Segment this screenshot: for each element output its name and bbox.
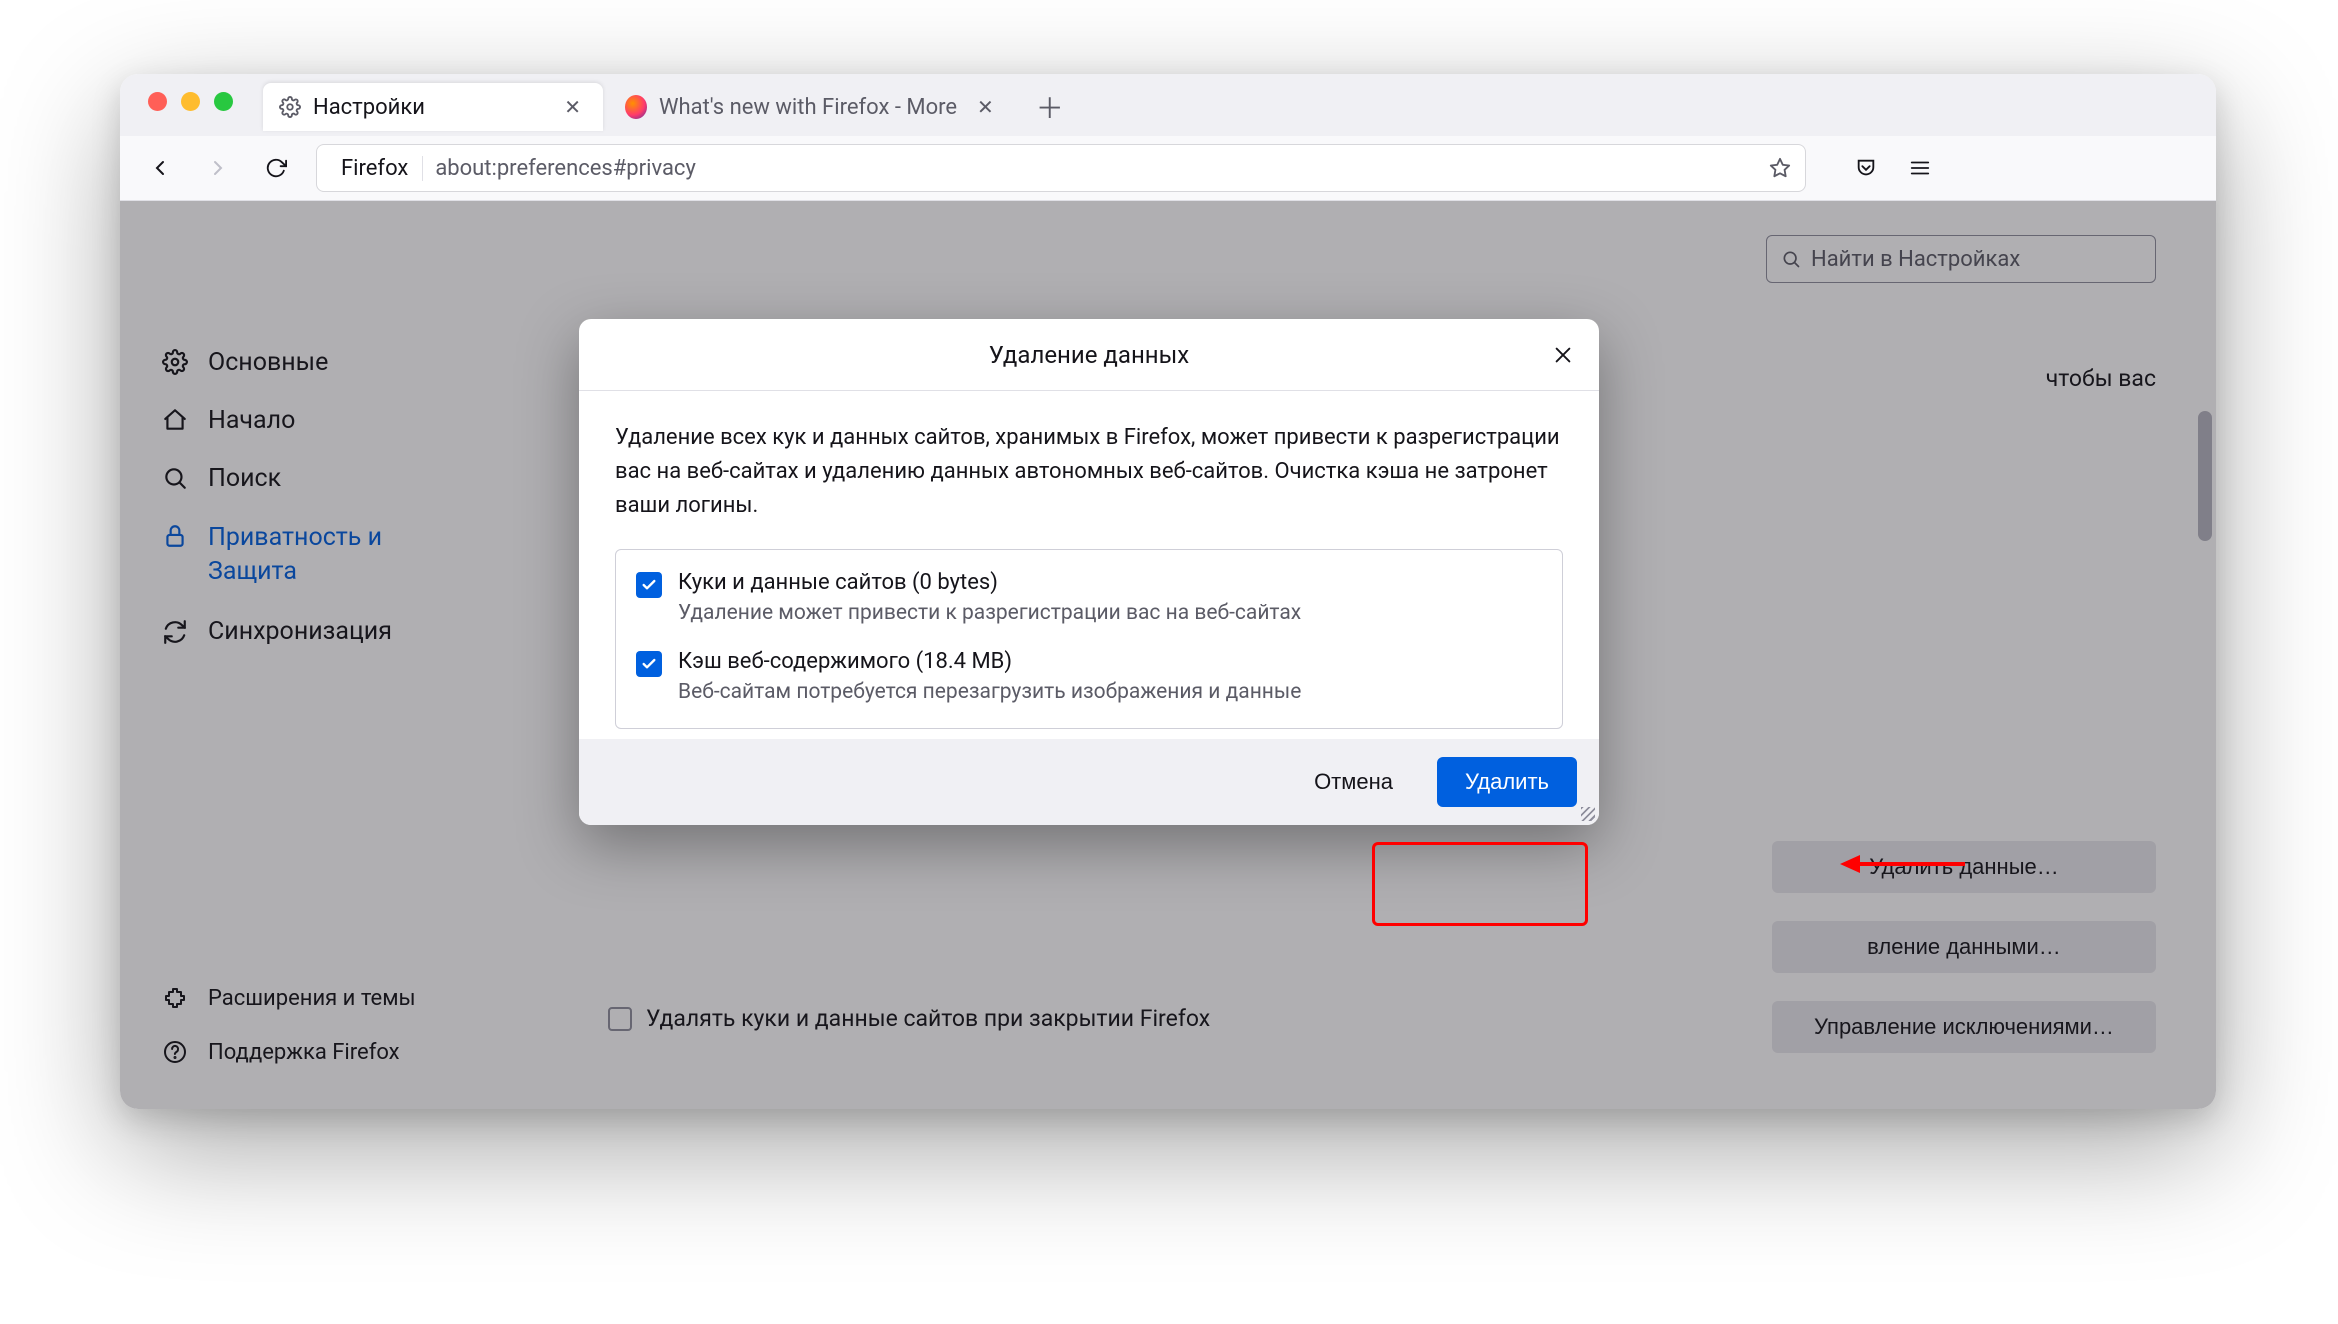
close-tab-button[interactable]: ✕: [971, 91, 1000, 123]
close-window-button[interactable]: [148, 92, 167, 111]
urlbar-text: about:preferences#privacy: [435, 156, 1757, 181]
maximize-window-button[interactable]: [214, 92, 233, 111]
tabs-row: Настройки ✕ What's new with Firefox - Mo…: [263, 78, 1078, 136]
tab-label: Настройки: [313, 95, 425, 120]
dialog-title: Удаление данных: [989, 341, 1189, 369]
back-button[interactable]: [142, 150, 178, 186]
option-subtitle: Веб-сайтам потребуется перезагрузить изо…: [678, 680, 1301, 704]
new-tab-button[interactable]: ＋: [1022, 79, 1078, 135]
dialog-options: Куки и данные сайтов (0 bytes) Удаление …: [615, 549, 1563, 729]
urlbar-identity[interactable]: Firefox: [331, 156, 423, 181]
content-area: Основные Начало Поиск: [120, 201, 2216, 1109]
close-icon: [1552, 344, 1574, 366]
clear-data-dialog: Удаление данных Удаление всех кук и данн…: [579, 319, 1599, 825]
close-tab-button[interactable]: ✕: [558, 91, 587, 123]
tab-settings[interactable]: Настройки ✕: [263, 83, 603, 131]
annotation-arrow: [1840, 849, 1970, 879]
cancel-button[interactable]: Отмена: [1286, 757, 1421, 807]
dialog-header: Удаление данных: [579, 319, 1599, 391]
pocket-button[interactable]: [1848, 150, 1884, 186]
option-title: Кэш веб-содержимого (18.4 MB): [678, 649, 1301, 674]
browser-window: Настройки ✕ What's new with Firefox - Mo…: [120, 74, 2216, 1109]
bookmark-star-button[interactable]: [1769, 157, 1791, 179]
dialog-footer: Отмена Удалить: [579, 739, 1599, 825]
option-cache: Кэш веб-содержимого (18.4 MB) Веб-сайтам…: [636, 649, 1542, 704]
option-cookies: Куки и данные сайтов (0 bytes) Удаление …: [636, 570, 1542, 625]
urlbar-brand-label: Firefox: [341, 156, 408, 181]
dialog-body: Удаление всех кук и данных сайтов, храни…: [579, 391, 1599, 739]
navbar-right: [1848, 150, 1938, 186]
firefox-icon: [625, 96, 647, 118]
check-icon: [641, 577, 657, 593]
dialog-description: Удаление всех кук и данных сайтов, храни…: [615, 421, 1563, 523]
resize-grip[interactable]: [1579, 805, 1595, 821]
check-icon: [641, 656, 657, 672]
forward-button[interactable]: [200, 150, 236, 186]
url-bar[interactable]: Firefox about:preferences#privacy: [316, 144, 1806, 192]
navbar: Firefox about:preferences#privacy: [120, 136, 2216, 201]
tab-label: What's new with Firefox - More priva: [659, 95, 959, 120]
window-controls: [148, 92, 233, 111]
menu-button[interactable]: [1902, 150, 1938, 186]
gear-icon: [279, 96, 301, 118]
option-title: Куки и данные сайтов (0 bytes): [678, 570, 1301, 595]
reload-button[interactable]: [258, 150, 294, 186]
dialog-close-button[interactable]: [1545, 337, 1581, 373]
cache-checkbox[interactable]: [636, 651, 662, 677]
cookies-checkbox[interactable]: [636, 572, 662, 598]
minimize-window-button[interactable]: [181, 92, 200, 111]
clear-confirm-button[interactable]: Удалить: [1437, 757, 1577, 807]
tab-whats-new[interactable]: What's new with Firefox - More priva ✕: [609, 83, 1016, 131]
titlebar: Настройки ✕ What's new with Firefox - Mo…: [120, 74, 2216, 136]
option-subtitle: Удаление может привести к разрегистрации…: [678, 601, 1301, 625]
